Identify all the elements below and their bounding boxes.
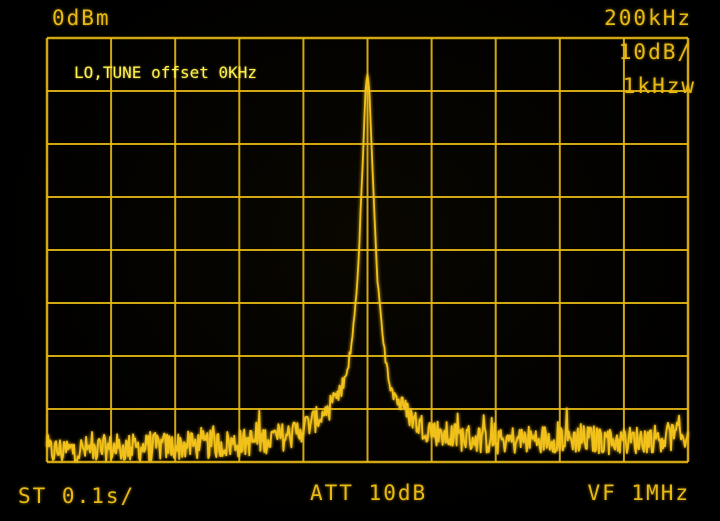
resolution-bandwidth-readout: 1kHzw: [622, 74, 696, 98]
graticule: [45, 36, 690, 464]
sweep-time-readout: ST 0.1s/: [18, 484, 136, 508]
annotation-label: LO,TUNE offset 0KHz: [74, 63, 258, 82]
reference-level-readout: 0dBm: [52, 6, 111, 30]
video-filter-readout: VF 1MHz: [587, 481, 690, 505]
attenuation-readout: ATT 10dB: [310, 481, 428, 505]
span-readout: 200kHz: [604, 6, 692, 30]
analyzer-screen: 0dBm 200kHz 10dB/ 1kHzw ST 0.1s/ ATT 10d…: [0, 0, 720, 521]
scale-readout: 10dB/: [618, 40, 692, 64]
